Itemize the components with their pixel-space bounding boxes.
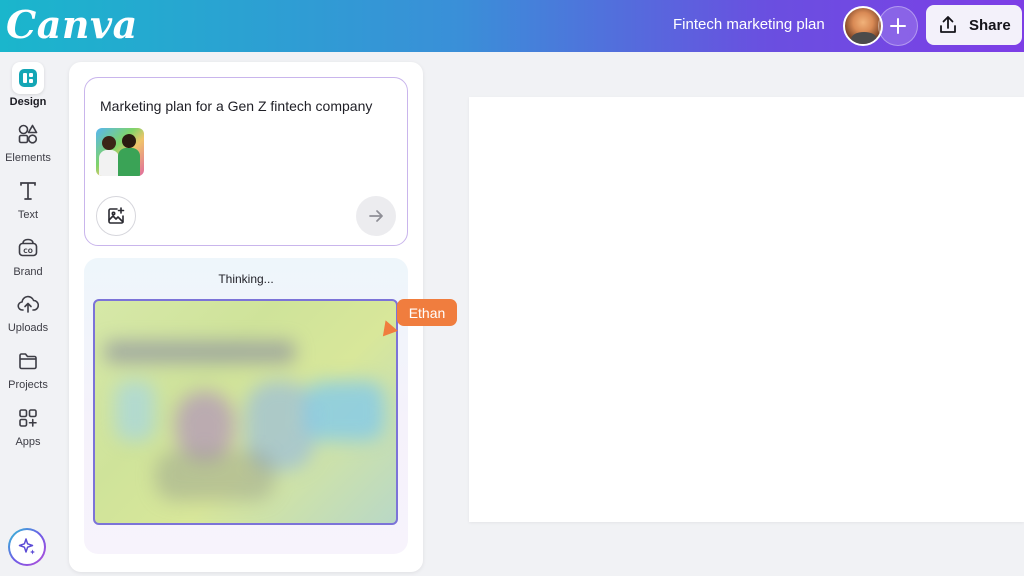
user-avatar[interactable] bbox=[843, 6, 883, 46]
collaborator-name-tag: Ethan bbox=[397, 299, 457, 326]
rail-label-projects: Projects bbox=[8, 379, 48, 391]
share-upload-icon bbox=[940, 16, 956, 33]
thinking-card: Thinking... bbox=[84, 258, 408, 554]
elements-icon bbox=[18, 124, 38, 144]
thinking-status: Thinking... bbox=[218, 272, 274, 286]
rail-item-projects[interactable]: Projects bbox=[0, 345, 56, 397]
share-label: Share bbox=[969, 16, 1011, 34]
rail-item-design[interactable]: Design bbox=[0, 62, 56, 114]
text-icon bbox=[20, 182, 36, 200]
add-image-icon bbox=[108, 207, 125, 224]
magic-assistant-button[interactable] bbox=[8, 528, 46, 566]
rail-item-elements[interactable]: Elements bbox=[0, 118, 56, 170]
apps-icon bbox=[19, 409, 37, 427]
design-panel: Marketing plan for a Gen Z fintech compa… bbox=[69, 62, 423, 572]
sparkle-icon bbox=[18, 538, 35, 555]
svg-text:CO: CO bbox=[23, 248, 33, 255]
send-button[interactable] bbox=[356, 196, 396, 236]
attached-image-thumbnail[interactable] bbox=[96, 128, 144, 176]
rail-label-uploads: Uploads bbox=[7, 322, 49, 334]
rail-label-design: Design bbox=[9, 96, 47, 108]
design-canvas-page[interactable] bbox=[469, 97, 1024, 522]
rail-label-elements: Elements bbox=[5, 152, 51, 164]
folder-icon bbox=[19, 353, 37, 370]
brand-icon: CO bbox=[18, 238, 38, 257]
prompt-text[interactable]: Marketing plan for a Gen Z fintech compa… bbox=[100, 98, 400, 114]
uploads-icon bbox=[17, 295, 39, 313]
rail-label-brand: Brand bbox=[13, 266, 43, 278]
arrow-right-icon bbox=[369, 210, 383, 222]
rail-item-text[interactable]: Text bbox=[0, 175, 56, 227]
share-button[interactable]: Share bbox=[926, 5, 1022, 45]
top-header: Canva Fintech marketing plan Share bbox=[0, 0, 1024, 52]
rail-item-uploads[interactable]: Uploads bbox=[0, 288, 56, 340]
rail-item-brand[interactable]: CO Brand bbox=[0, 232, 56, 284]
rail-item-apps[interactable]: Apps bbox=[0, 402, 56, 454]
rail-label-apps: Apps bbox=[15, 436, 41, 448]
canva-logo[interactable]: Canva bbox=[6, 2, 138, 47]
add-image-button[interactable] bbox=[96, 196, 136, 236]
rail-label-text: Text bbox=[17, 209, 39, 221]
design-icon bbox=[19, 69, 37, 87]
generating-design-preview[interactable] bbox=[93, 299, 398, 525]
document-title[interactable]: Fintech marketing plan bbox=[673, 16, 825, 33]
prompt-card[interactable]: Marketing plan for a Gen Z fintech compa… bbox=[84, 77, 408, 246]
left-rail: Design Elements Text CO Brand Uploads Pr… bbox=[0, 52, 56, 576]
plus-icon bbox=[890, 18, 906, 34]
add-collaborator-button[interactable] bbox=[878, 6, 918, 46]
